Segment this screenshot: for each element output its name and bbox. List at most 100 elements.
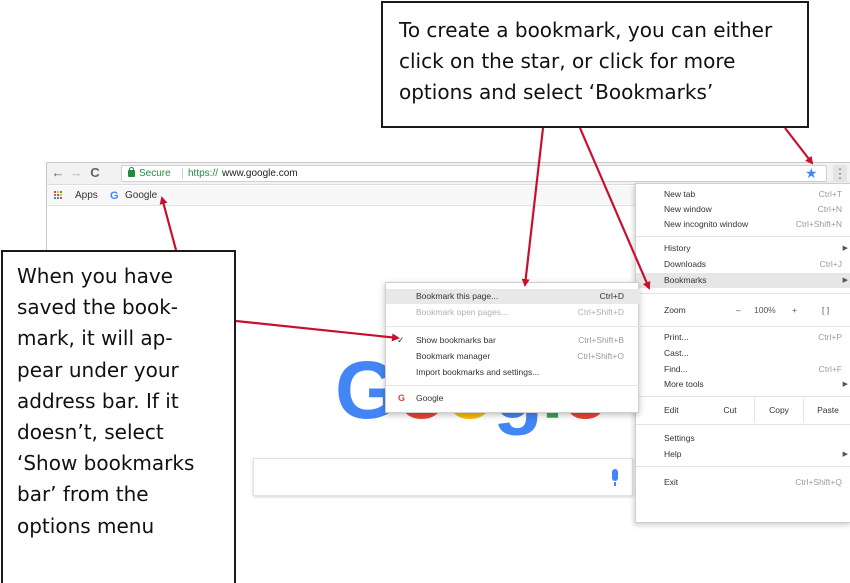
microphone-icon[interactable] bbox=[612, 469, 618, 486]
menu-item-bookmarks[interactable]: Bookmarks ▶ bbox=[636, 273, 850, 288]
menu-label: New incognito window bbox=[664, 219, 749, 229]
menu-label: Downloads bbox=[664, 259, 707, 269]
callout-create-bookmark: To create a bookmark, you can either cli… bbox=[381, 1, 809, 128]
cut-button[interactable]: Cut bbox=[706, 398, 754, 422]
menu-item-print[interactable]: Print... Ctrl+P bbox=[636, 330, 850, 345]
url-divider bbox=[182, 168, 183, 179]
menu-divider bbox=[636, 466, 850, 467]
browser-toolbar: ← → C Secure https:// www.google.com ★ ⋮ bbox=[47, 163, 850, 185]
callout-line: To create a bookmark, you can either bbox=[399, 18, 773, 42]
callout-line: click on the star, or click for more bbox=[399, 49, 736, 73]
menu-item-cast[interactable]: Cast... bbox=[636, 346, 850, 361]
menu-shortcut: Ctrl+J bbox=[819, 259, 842, 269]
bookmark-star-icon[interactable]: ★ bbox=[805, 164, 818, 182]
zoom-in-button[interactable]: + bbox=[792, 297, 797, 323]
menu-item-history[interactable]: History ▶ bbox=[636, 241, 850, 256]
url-host: www.google.com bbox=[222, 168, 298, 179]
search-input[interactable] bbox=[253, 458, 633, 496]
menu-item-new-incognito[interactable]: New incognito window Ctrl+Shift+N bbox=[636, 217, 850, 232]
menu-shortcut: Ctrl+F bbox=[818, 364, 842, 374]
copy-button[interactable]: Copy bbox=[754, 398, 804, 422]
callout-line: options menu bbox=[17, 513, 155, 538]
menu-label: Settings bbox=[664, 433, 695, 443]
callout-line: saved the book- bbox=[17, 295, 179, 320]
callout-line: options and select ‘Bookmarks’ bbox=[399, 80, 714, 104]
callout-line: When you have bbox=[17, 264, 173, 288]
menu-label: Help bbox=[664, 449, 682, 459]
menu-divider bbox=[386, 385, 640, 386]
menu-item-help[interactable]: Help ▶ bbox=[636, 447, 850, 462]
url-scheme: https:// bbox=[188, 168, 219, 179]
menu-item-downloads[interactable]: Downloads Ctrl+J bbox=[636, 257, 850, 272]
menu-item-settings[interactable]: Settings bbox=[636, 431, 850, 446]
menu-divider bbox=[636, 396, 850, 397]
callout-line: ‘Show bookmarks bbox=[17, 451, 195, 476]
chrome-menu-icon[interactable]: ⋮ bbox=[833, 165, 847, 182]
menu-shortcut: Ctrl+Shift+N bbox=[795, 219, 842, 229]
submenu-arrow-icon: ▶ bbox=[842, 451, 848, 458]
google-bookmark[interactable]: Google bbox=[125, 186, 157, 206]
menu-item-new-window[interactable]: New window Ctrl+N bbox=[636, 202, 850, 217]
lock-icon bbox=[128, 167, 135, 177]
google-favicon-icon: G bbox=[110, 190, 119, 202]
menu-item-new-tab[interactable]: New tab Ctrl+T bbox=[636, 187, 850, 202]
callout-line: doesn’t, select bbox=[17, 420, 164, 445]
menu-label: Find... bbox=[664, 364, 688, 374]
secure-label: Secure bbox=[139, 168, 171, 179]
menu-divider bbox=[636, 424, 850, 425]
bookmarks-submenu: Bookmark this page... Ctrl+D Bookmark op… bbox=[385, 282, 640, 413]
menu-label: Print... bbox=[664, 332, 689, 342]
menu-shortcut: Ctrl+P bbox=[818, 332, 842, 342]
paste-button[interactable]: Paste bbox=[804, 398, 850, 422]
bookmark-this-page-item[interactable]: Bookmark this page... Ctrl+D bbox=[386, 289, 640, 304]
menu-item-exit[interactable]: Exit Ctrl+Shift+Q bbox=[636, 475, 850, 490]
menu-shortcut: Ctrl+Shift+O bbox=[577, 351, 624, 361]
back-icon[interactable]: ← bbox=[51, 165, 65, 181]
fullscreen-icon[interactable]: [ ] bbox=[822, 297, 829, 323]
menu-label: Bookmark open pages... bbox=[416, 307, 509, 317]
menu-label: New window bbox=[664, 204, 712, 214]
bookmark-open-pages-item[interactable]: Bookmark open pages... Ctrl+Shift+D bbox=[386, 305, 640, 320]
menu-divider bbox=[636, 326, 850, 327]
import-bookmarks-item[interactable]: Import bookmarks and settings... bbox=[386, 365, 640, 380]
menu-label: Bookmark manager bbox=[416, 351, 491, 361]
menu-label: Exit bbox=[664, 477, 679, 487]
checkmark-icon: ✓ bbox=[397, 335, 405, 345]
menu-label: Bookmarks bbox=[664, 275, 707, 285]
menu-label: Import bookmarks and settings... bbox=[416, 367, 540, 377]
menu-divider bbox=[636, 293, 850, 294]
show-bookmarks-bar-item[interactable]: ✓ Show bookmarks bar Ctrl+Shift+B bbox=[386, 333, 640, 348]
menu-shortcut: Ctrl+D bbox=[599, 291, 624, 301]
menu-label: Zoom bbox=[664, 305, 686, 315]
menu-label: Bookmark this page... bbox=[416, 291, 499, 301]
menu-divider bbox=[386, 326, 640, 327]
submenu-arrow-icon: ▶ bbox=[842, 277, 848, 284]
menu-item-find[interactable]: Find... Ctrl+F bbox=[636, 362, 850, 377]
apps-bookmark[interactable]: Apps bbox=[75, 186, 98, 206]
submenu-arrow-icon: ▶ bbox=[842, 381, 848, 388]
bookmark-manager-item[interactable]: Bookmark manager Ctrl+Shift+O bbox=[386, 349, 640, 364]
callout-bookmarks-bar: When you have saved the book- mark, it w… bbox=[1, 250, 236, 583]
menu-shortcut: Ctrl+Shift+Q bbox=[795, 477, 842, 487]
chrome-main-menu: New tab Ctrl+T New window Ctrl+N New inc… bbox=[635, 183, 850, 523]
submenu-arrow-icon: ▶ bbox=[842, 245, 848, 252]
zoom-out-button[interactable]: – bbox=[736, 297, 741, 323]
menu-divider bbox=[636, 236, 850, 237]
apps-grid-icon[interactable] bbox=[54, 191, 64, 201]
menu-item-more-tools[interactable]: More tools ▶ bbox=[636, 377, 850, 392]
reload-icon[interactable]: C bbox=[88, 165, 102, 181]
zoom-level: 100% bbox=[754, 305, 776, 315]
menu-item-zoom: Zoom – 100% + [ ] bbox=[636, 297, 850, 323]
forward-icon[interactable]: → bbox=[69, 165, 83, 181]
menu-item-edit: Edit Cut Copy Paste bbox=[636, 398, 850, 422]
menu-shortcut: Ctrl+Shift+D bbox=[577, 307, 624, 317]
address-bar[interactable]: Secure https:// www.google.com bbox=[121, 165, 827, 182]
callout-line: mark, it will ap- bbox=[17, 326, 173, 351]
callout-line: address bar. If it bbox=[17, 388, 179, 413]
menu-label: Edit bbox=[664, 405, 679, 415]
callout-line: bar’ from the bbox=[17, 482, 149, 507]
google-bookmark-item[interactable]: G Google bbox=[386, 391, 640, 406]
menu-label: More tools bbox=[664, 379, 704, 389]
menu-label: Google bbox=[416, 393, 444, 403]
menu-shortcut: Ctrl+T bbox=[818, 189, 842, 199]
